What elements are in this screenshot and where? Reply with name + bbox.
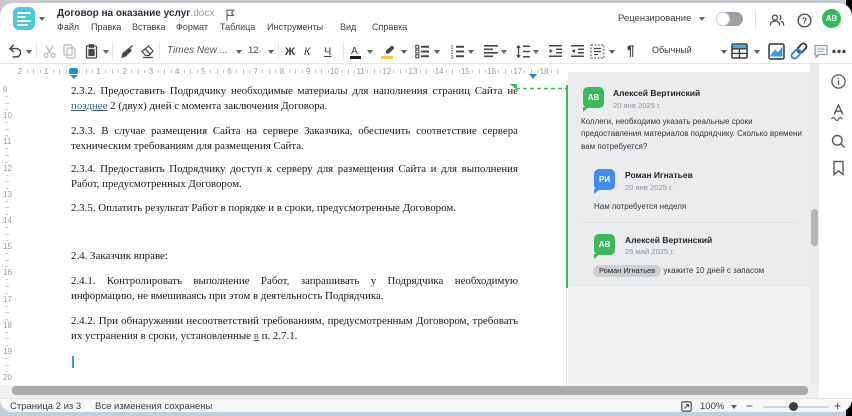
svg-text:3: 3 — [451, 55, 454, 59]
svg-text:?: ? — [802, 16, 807, 26]
